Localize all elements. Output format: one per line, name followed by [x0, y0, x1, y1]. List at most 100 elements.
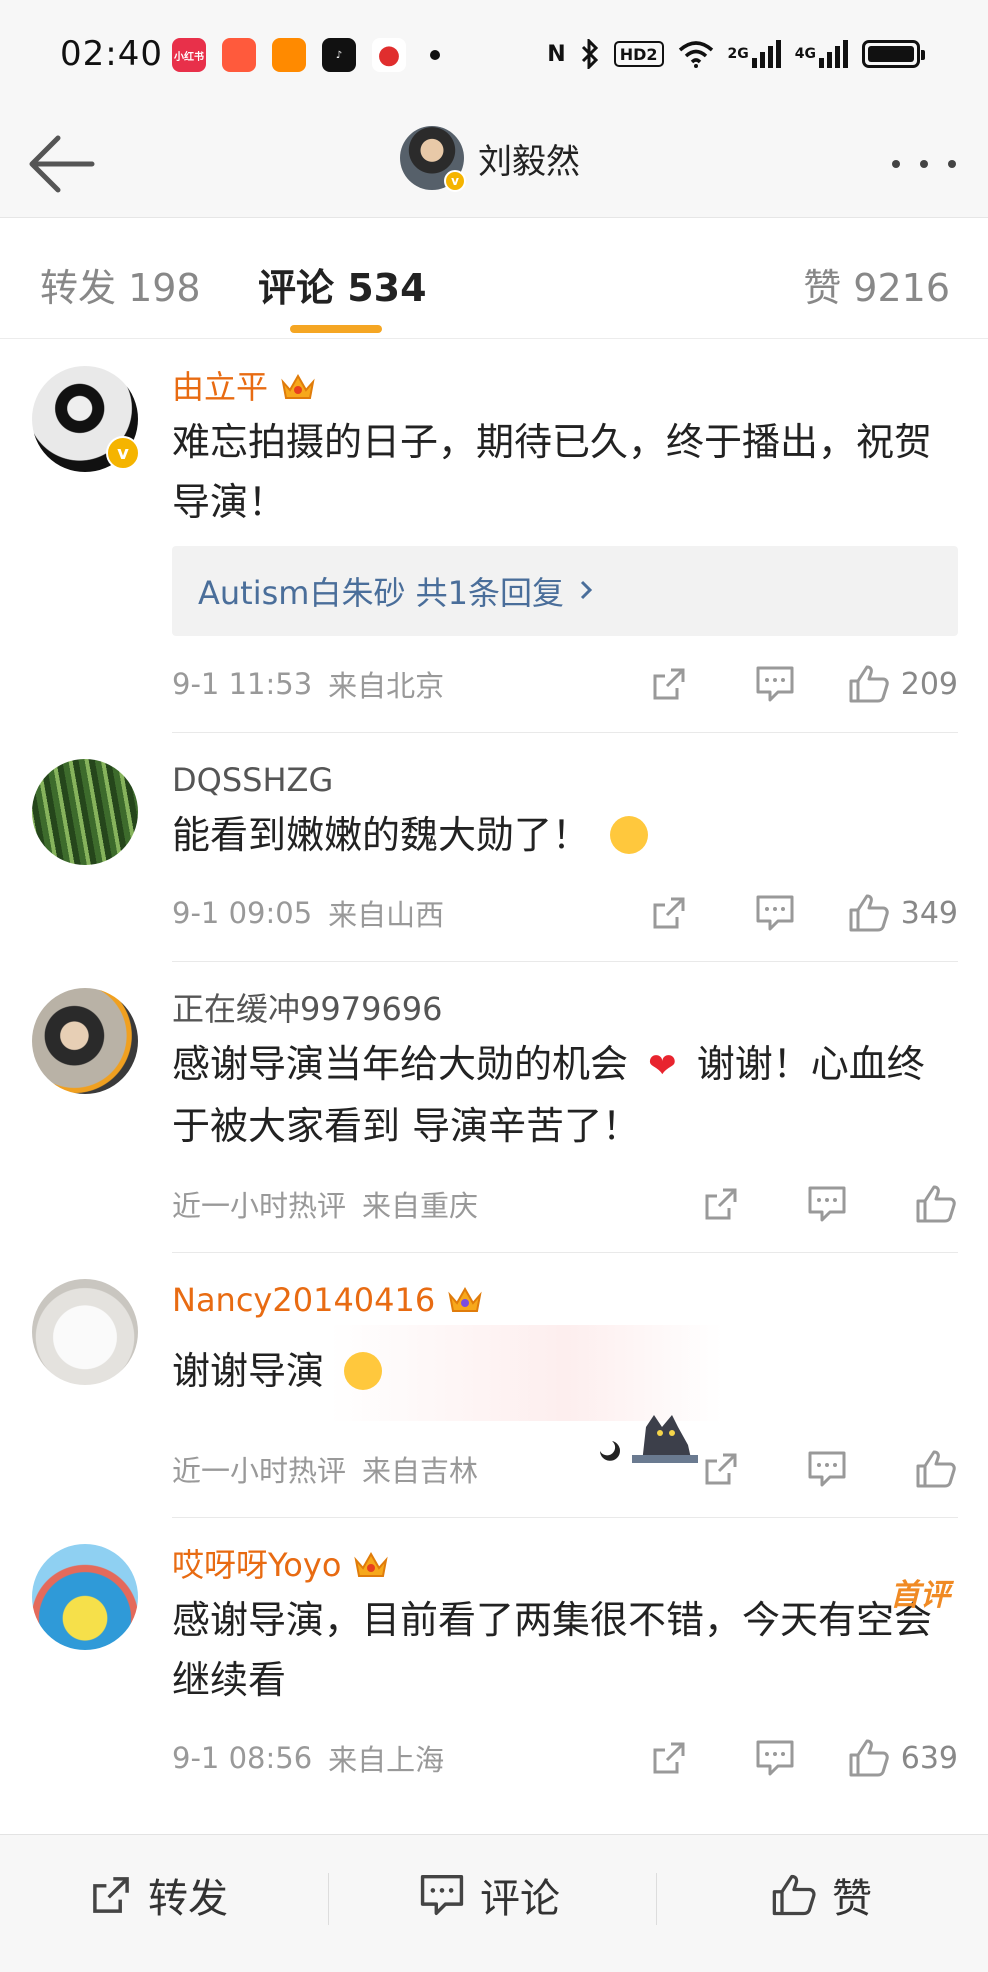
bottom-action-bar: 转发 评论 赞 [0, 1834, 988, 1972]
reply-button[interactable] [722, 893, 828, 933]
battery-icon [862, 40, 925, 68]
like-count: 349 [900, 895, 958, 931]
avatar[interactable]: v [32, 366, 140, 472]
like-count: 209 [900, 666, 958, 702]
thumbs-up-icon [849, 1739, 889, 1777]
xiaohongshu-icon: 小红书 [172, 38, 206, 72]
comment-author[interactable]: Nancy20140416 [172, 1277, 958, 1323]
comment-time: 近一小时热评 [172, 1454, 347, 1488]
page-title: 刘毅然 [478, 141, 580, 182]
thumbs-up-icon [849, 665, 889, 703]
video-app-icon: ● [372, 38, 406, 72]
wifi-icon [678, 38, 714, 70]
signal-4g-icon: 4G [795, 38, 848, 70]
reply-button[interactable] [774, 1449, 880, 1489]
comment-meta: 近一小时热评 来自吉林 [172, 1421, 958, 1517]
comment-text: 感谢导演，目前看了两集很不错，今天有空会继续看 [172, 1598, 933, 1702]
vip-crown-icon [280, 372, 316, 402]
comment-meta: 9-1 09:05 来自山西 349 [172, 865, 958, 961]
comment-author[interactable]: DQSSHZG [172, 757, 958, 803]
tab-likes[interactable]: 赞 9216 [803, 257, 950, 312]
comment-author-name: Nancy20140416 [172, 1281, 436, 1319]
crying-face-emoji-icon [344, 1352, 383, 1390]
comment-time: 9-1 09:05 [172, 896, 313, 930]
replies-link[interactable]: Autism白朱砂 共1条回复 [172, 546, 958, 636]
verified-badge-icon: v [444, 170, 466, 192]
tab-comments[interactable]: 评论 534 [258, 257, 427, 312]
system-icons: N HD2 2G 4G [547, 38, 925, 70]
like-button[interactable]: 349 [828, 892, 958, 934]
arrow-left-icon [29, 135, 95, 193]
comment-location: 来自北京 [328, 669, 445, 703]
comment-icon [756, 666, 794, 702]
nav-header: v 刘毅然 [0, 110, 988, 218]
reply-button[interactable] [722, 664, 828, 704]
comment-text: 感谢导演当年给大勋的机会 ❤ 谢谢！心血终于被大家看到 导演辛苦了！ [172, 1034, 958, 1156]
share-icon [93, 1877, 129, 1913]
like-button[interactable]: 639 [828, 1737, 958, 1779]
comment-location: 来自山西 [328, 898, 445, 932]
share-icon [653, 897, 685, 929]
comment-author-name: 由立平 [172, 368, 269, 406]
shy-face-emoji-icon [610, 816, 649, 854]
comment-text-content: 谢谢导演 [172, 1349, 325, 1393]
avatar[interactable] [32, 988, 138, 1094]
comment-text: 谢谢导演 [172, 1325, 958, 1421]
active-tab-indicator [290, 325, 382, 333]
ellipsis-icon[interactable] [886, 144, 962, 184]
status-bar: 02:40 小红书 ♪ ● N HD2 2G 4G [0, 0, 988, 110]
chevron-right-icon [578, 572, 594, 610]
avatar[interactable]: v [400, 126, 466, 192]
signal-2g-icon: 2G [728, 38, 781, 70]
comment-author[interactable]: 正在缓冲9979696 [172, 986, 958, 1032]
comment-button[interactable]: 评论 [418, 1865, 560, 1925]
red-heart-icon: ❤ [648, 1046, 677, 1086]
comment-icon [756, 895, 794, 931]
share-button[interactable] [668, 1184, 774, 1224]
app-icon [222, 38, 256, 72]
like-button[interactable] [880, 1448, 958, 1490]
comment-location: 来自上海 [328, 1743, 445, 1777]
like-post-button[interactable]: 赞 [770, 1865, 872, 1925]
signal-4g-label: 4G [794, 46, 816, 62]
avatar[interactable] [32, 1279, 138, 1385]
replies-label: Autism白朱砂 共1条回复 [198, 574, 564, 612]
share-button[interactable] [616, 1738, 722, 1778]
comment-label: 评论 [480, 1876, 560, 1922]
thumbs-up-icon [916, 1185, 956, 1223]
repost-label: 转发 [148, 1876, 228, 1922]
divider [656, 1873, 657, 1925]
comment-author[interactable]: 由立平 [172, 364, 958, 410]
comment-author[interactable]: 哎呀呀Yoyo [172, 1542, 958, 1588]
like-button[interactable]: 209 [828, 663, 958, 705]
like-button[interactable] [880, 1183, 958, 1225]
repost-button[interactable]: 转发 [88, 1865, 228, 1925]
notification-icons: 小红书 ♪ ● [172, 38, 440, 72]
share-button[interactable] [616, 893, 722, 933]
comment-icon [808, 1186, 846, 1222]
reply-button[interactable] [774, 1184, 880, 1224]
share-icon [653, 668, 685, 700]
comment-time: 近一小时热评 [172, 1189, 347, 1223]
back-button[interactable] [26, 128, 98, 200]
tab-repost[interactable]: 转发 198 [40, 257, 201, 312]
share-icon [653, 1742, 685, 1774]
comment-author-name: 哎呀呀Yoyo [172, 1546, 342, 1584]
comment-text-content: 能看到嫩嫩的魏大勋了！ [172, 813, 591, 857]
reply-button[interactable] [722, 1738, 828, 1778]
comment-icon [808, 1451, 846, 1487]
thumbs-up-icon [916, 1450, 956, 1488]
share-icon [705, 1453, 737, 1485]
nfc-icon: N [547, 41, 566, 67]
like-count: 639 [900, 1740, 958, 1776]
share-button[interactable] [668, 1449, 774, 1489]
more-notifications-dot [430, 50, 440, 60]
divider [328, 1873, 329, 1925]
comment-text: 能看到嫩嫩的魏大勋了！ [172, 805, 958, 865]
signal-2g-label: 2G [727, 46, 749, 62]
avatar[interactable] [32, 759, 138, 865]
avatar[interactable] [32, 1544, 138, 1650]
bluetooth-icon [580, 38, 600, 70]
post-author[interactable]: v 刘毅然 [400, 126, 580, 192]
share-button[interactable] [616, 664, 722, 704]
